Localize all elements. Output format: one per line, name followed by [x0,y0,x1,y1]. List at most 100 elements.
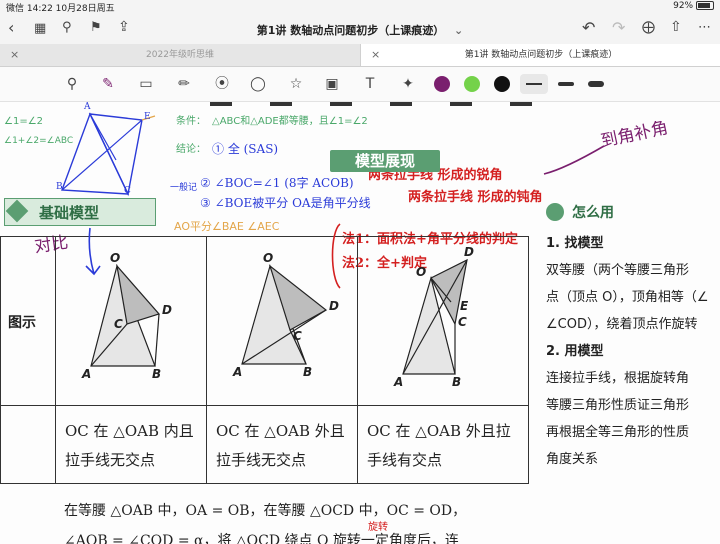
point-label: A [394,375,404,389]
tab-document-2-active[interactable]: × 第1讲 数轴动点问题初步（上课痕迹） [360,44,720,66]
redo-icon[interactable]: ↷ [612,18,625,37]
step-1-line: ∠COD），绕着顶点作旋转 [546,317,698,332]
point-label: C [293,329,302,343]
pic-label: 图示 [8,315,36,331]
close-icon[interactable]: × [10,44,19,66]
export-icon[interactable]: ⇧ [670,19,682,35]
point-label: O [263,251,274,265]
battery-indicator: 92% [673,1,714,11]
point-label: O [416,265,427,279]
chevron-down-icon: ⌄ [454,24,464,37]
stroke-thick-icon[interactable] [588,81,604,87]
step-1-heading: 1. 找模型 [546,236,604,251]
case-2-text: OC 在 △OAB 外且拉手线无交点 [216,422,345,469]
basic-model-title: 基础模型 [39,204,100,222]
how-to-use-icon [546,203,564,221]
figure-3 [402,258,468,375]
red-note-obtuse: 两条拉手线 形成的钝角 [408,190,543,205]
stroke-thin-icon [526,83,542,85]
case-cell-1: OC 在 △OAB 内且拉手线无交点 [55,405,207,484]
conclusion-label: 结论： [176,144,206,155]
how-to-use-panel: 1. 找模型 双等腰（两个等腰三角形 点（顶点 O），顶角相等（∠ ∠COD），… [546,230,720,473]
drawing-toolbar: ⚲ ✎ ▭ ✏ ⦿ ◯ ☆ ▣ T ✦ [0,67,720,102]
blue-arrow [85,227,101,276]
how-to-use-title: 怎么用 [572,205,614,221]
step-2-line: 再根据全等三角形的性质 [546,425,690,440]
point-label: B [56,182,63,192]
point-label: C [458,315,467,329]
nav-bar: ‹ ▦ ⚲ ⚑ ⇪ 第1讲 数轴动点问题初步（上课痕迹） ⌄ ↶ ↷ ⨁ ⇧ ⋯ [0,14,720,44]
conclusion-1: ① 全 (SAS) [212,142,279,156]
status-bar: 微信 14:22 10月28日周五 92% [0,0,720,14]
add-page-icon[interactable]: ⨁ [642,20,655,35]
point-label: B [303,365,313,379]
tab-document-1[interactable]: × 2022年级听思维 [0,44,360,66]
diamond-icon [5,199,29,223]
point-label: C [124,186,131,196]
color-swatch-green[interactable] [464,76,480,92]
laser-icon[interactable]: ✦ [398,75,418,93]
point-label: B [152,367,162,381]
pic-label-cell: 图示 [0,236,56,406]
case-1-text: OC 在 △OAB 内且拉手线无交点 [65,422,194,469]
cut-off-heading [210,102,550,106]
yellow-note: AO平分∠BAE ∠AEC [174,220,280,233]
undo-icon[interactable]: ↶ [582,18,595,37]
point-label: D [329,299,339,313]
pen-icon[interactable]: ✎ [98,75,118,93]
case-cell-3: OC 在 △OAB 外且拉手线有交点 [357,405,529,484]
side-note: 一般记 [170,183,198,193]
stroke-medium-icon[interactable] [558,82,574,86]
battery-percent: 92% [673,1,694,11]
conclusion-2: ② ∠BOC=∠1 (8字 ACOB) [200,176,354,190]
point-label: A [82,367,92,381]
step-1-line: 点（顶点 O），顶角相等（∠ [546,290,709,305]
case-cell-2: OC 在 △OAB 外且拉手线无交点 [206,405,358,484]
color-swatch-black[interactable] [494,76,510,92]
text-icon[interactable]: T [360,75,380,93]
note-angle-equal: ∠1=∠2 [4,116,44,127]
how-to-use-header: 怎么用 [546,200,720,224]
battery-icon [696,1,714,10]
bottom-annotation: 旋转 [368,522,388,533]
step-2-line: 连接拉手线，根据旋转角 [546,371,690,386]
step-1-line: 双等腰（两个等腰三角形 [546,263,690,278]
condition-label: 条件： [176,116,206,127]
point-label: C [114,317,123,331]
paragraph-line: 在等腰 △OAB 中，OA = OB，在等腰 △OCD 中，OC = OD， [64,503,467,519]
bottom-paragraph: 在等腰 △OAB 中，OA = OB，在等腰 △OCD 中，OC = OD， ∠… [64,496,466,544]
status-time: 微信 14:22 10月28日周五 [6,4,115,14]
section-title-banner: 模型展现 [330,150,440,172]
highlighter-icon[interactable]: ✏ [174,75,194,93]
figure-cell-1: O D C A B [55,236,207,406]
step-2-line: 角度关系 [546,452,599,467]
red-bracket [331,223,341,289]
sticker-icon[interactable]: ☆ [286,75,306,93]
close-icon[interactable]: × [371,44,380,66]
tab-bar: × 2022年级听思维 × 第1讲 数轴动点问题初步（上课痕迹） [0,44,720,67]
empty-label-cell [0,405,56,484]
lasso-icon[interactable]: ⦿ [212,75,232,93]
triangle-ade [88,113,143,197]
point-label: D [162,303,172,317]
more-icon[interactable]: ⋯ [698,20,711,35]
document-page[interactable]: A E B C ∠1=∠2 ∠1+∠2=∠ABC 条件： △ABC和△ADE都等… [0,102,720,544]
conclusion-3: ③ ∠BOE被平分 OA是角平分线 [200,196,371,210]
eraser-icon[interactable]: ▭ [136,75,156,93]
figure-cell-3: O D E C A B [357,236,529,406]
point-label: A [233,365,243,379]
shape-icon[interactable]: ◯ [248,75,268,93]
point-label: E [460,299,469,313]
image-icon[interactable]: ▣ [322,75,342,93]
case-3-text: OC 在 △OAB 外且拉手线有交点 [367,422,511,469]
point-label: E [144,112,151,122]
basic-model-header: 基础模型 [4,198,156,226]
color-swatch-purple[interactable] [434,76,450,92]
step-2-heading: 2. 用模型 [546,344,604,359]
step-2-line: 等腰三角形性质证三角形 [546,398,690,413]
purple-arrow [543,145,605,175]
point-label: B [452,375,462,389]
zoom-lasso-icon[interactable]: ⚲ [62,75,82,93]
point-label: A [84,102,91,112]
point-label: D [464,245,474,259]
